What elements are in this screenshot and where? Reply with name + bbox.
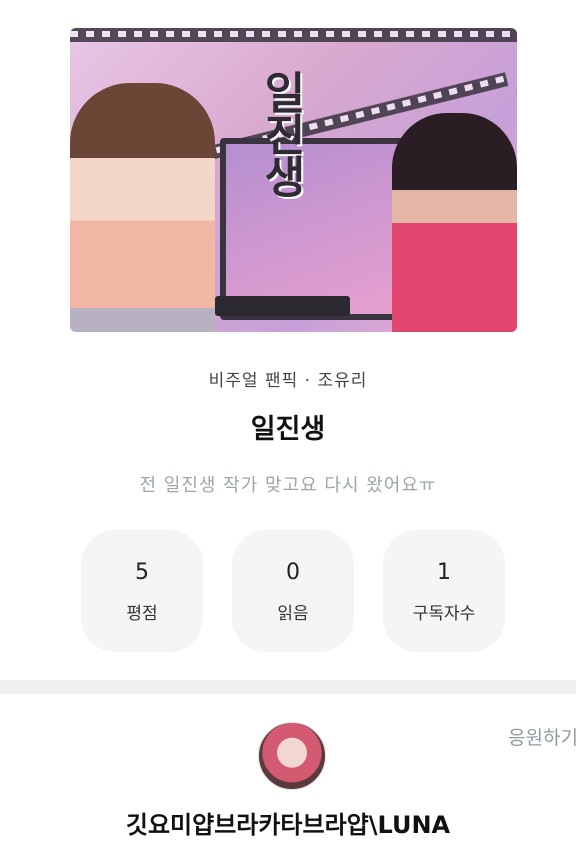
stat-subscribers-value: 1 xyxy=(437,560,451,585)
stat-reads-value: 0 xyxy=(286,560,300,585)
author-name[interactable]: 깃요미얍브라카타브라얍\LUNA xyxy=(0,805,576,840)
stat-reads: 0 읽음 xyxy=(232,530,354,652)
stat-subscribers: 1 구독자수 xyxy=(383,530,505,652)
film-strip-top xyxy=(70,28,517,42)
cover-badge xyxy=(215,296,350,316)
stat-reads-label: 읽음 xyxy=(277,604,309,624)
section-divider xyxy=(0,680,576,694)
novel-category: 비주얼 팬픽 · 조유리 xyxy=(208,371,368,391)
stat-rating: 5 평점 xyxy=(81,530,203,652)
cheer-button[interactable]: 응원하기 xyxy=(508,723,576,750)
novel-description: 전 일진생 작가 맞고요 다시 왔어요ㅠ xyxy=(139,475,437,496)
cover-image[interactable]: 일진생 xyxy=(70,28,517,332)
cover-person-right xyxy=(392,113,517,332)
author-avatar[interactable] xyxy=(258,722,326,790)
novel-title: 일진생 xyxy=(250,414,326,445)
cover-person-left xyxy=(70,83,215,332)
stat-rating-label: 평점 xyxy=(126,604,158,624)
stat-rating-value: 5 xyxy=(135,560,149,585)
stat-subscribers-label: 구독자수 xyxy=(412,604,476,624)
cover-title: 일진생 xyxy=(255,70,306,196)
